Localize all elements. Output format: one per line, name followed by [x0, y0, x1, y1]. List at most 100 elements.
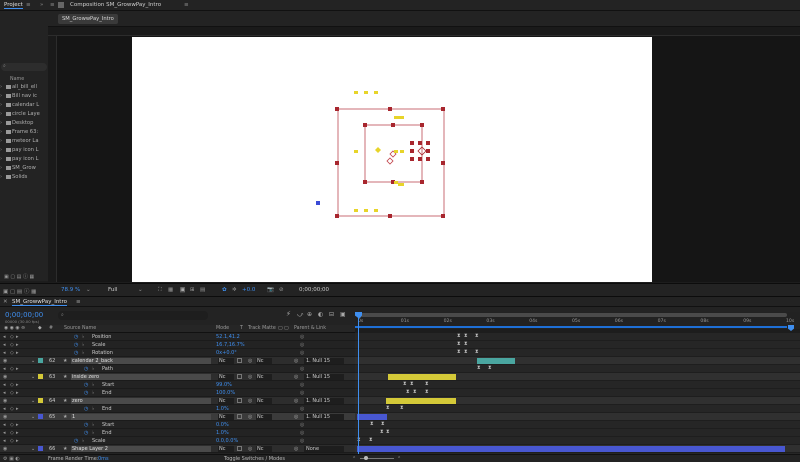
- track-matte-dropdown[interactable]: Nc: [256, 374, 272, 380]
- stopwatch-indicator-icon[interactable]: ◂: [3, 350, 6, 356]
- keyframe-nav-icon[interactable]: ◇: [10, 334, 14, 340]
- project-item[interactable]: › Solids: [0, 174, 48, 183]
- keyframe-icon[interactable]: ⧗: [464, 334, 468, 339]
- property-track[interactable]: ⧗⧗: [355, 421, 800, 429]
- mode-header[interactable]: Mode: [216, 326, 229, 331]
- expand-arrow-icon[interactable]: ›: [0, 102, 5, 108]
- expand-arrow-icon[interactable]: ›: [0, 156, 5, 162]
- layer-row[interactable]: ◉ ⌄ 65 ★ 1 Nc ◎ Nc ◎ 1. Null 15: [0, 413, 355, 421]
- expression-pickwhip-icon[interactable]: ◎: [300, 430, 304, 436]
- color-channel-icon[interactable]: ✿: [222, 287, 227, 293]
- panel-menu-icon-4[interactable]: ≡: [76, 299, 81, 305]
- expression-pickwhip-icon[interactable]: ◎: [300, 342, 304, 348]
- parent-dropdown[interactable]: 1. Null 15: [304, 374, 344, 380]
- property-track[interactable]: ⧗⧗: [355, 341, 800, 349]
- transparency-grid-icon[interactable]: ▦: [168, 287, 173, 293]
- stopwatch-icon[interactable]: ◷: [74, 342, 78, 348]
- layer-name[interactable]: 1: [71, 414, 211, 420]
- keyframe-icon[interactable]: ⧗: [381, 422, 385, 427]
- preserve-transparency-checkbox[interactable]: [237, 398, 242, 403]
- stopwatch-icon[interactable]: ◷: [84, 422, 88, 428]
- property-value[interactable]: 100.0%: [216, 390, 235, 396]
- keyframe-icon[interactable]: ⧗: [403, 382, 407, 387]
- parent-dropdown[interactable]: None: [304, 446, 344, 452]
- layer-track[interactable]: [355, 413, 800, 421]
- layer-name[interactable]: calendar 2_back: [71, 358, 211, 364]
- blend-mode-dropdown[interactable]: Nc: [218, 414, 234, 420]
- parent-dropdown[interactable]: 1. Null 15: [304, 398, 344, 404]
- stopwatch-indicator-icon[interactable]: ◂: [3, 366, 6, 372]
- property-row[interactable]: ◂ ◇ ▸ ◷ ♭ Path ◎: [0, 365, 355, 373]
- keyframe-nav-icon[interactable]: ◇: [10, 406, 14, 412]
- layer-row[interactable]: ◉ ⌄ 66 ★ Shape Layer 2 Nc ◎ Nc ◎ None: [0, 445, 355, 453]
- layer-row[interactable]: ◉ ⌄ 62 ★ calendar 2_back Nc ◎ Nc ◎ 1. Null 15: [0, 357, 355, 365]
- frame-blending-icon[interactable]: ⊕: [307, 311, 312, 318]
- visibility-icon[interactable]: ◉: [3, 358, 7, 364]
- keyframe-next-icon[interactable]: ▸: [16, 342, 19, 348]
- keyframe-icon[interactable]: ⧗: [464, 342, 468, 347]
- property-track[interactable]: ⧗⧗: [355, 365, 800, 373]
- track-matte-dropdown[interactable]: Nc: [256, 398, 272, 404]
- show-snapshot-icon[interactable]: ⊘: [279, 287, 284, 293]
- stopwatch-icon[interactable]: ◷: [74, 350, 78, 356]
- stopwatch-indicator-icon[interactable]: ◂: [3, 390, 6, 396]
- layer-duration-bar[interactable]: [388, 374, 456, 380]
- property-track[interactable]: ⧗ ⧗ ⧗: [355, 333, 800, 341]
- track-matte-icon[interactable]: ◎: [248, 358, 252, 364]
- toggle-switches-modes[interactable]: Toggle Switches / Modes: [224, 456, 285, 462]
- work-area-bar[interactable]: [357, 313, 787, 317]
- property-value[interactable]: 1.0%: [216, 406, 229, 412]
- keyframe-icon[interactable]: ⧗: [488, 366, 492, 371]
- expand-arrow-icon[interactable]: ›: [0, 84, 5, 90]
- layer-row[interactable]: ◉ ⌄ 64 ★ zero Nc ◎ Nc ◎ 1. Null 15: [0, 397, 355, 405]
- preserve-transparency-checkbox[interactable]: [237, 358, 242, 363]
- property-row[interactable]: ◂ ◇ ▸ ◷ ♭ End 1.0% ◎: [0, 429, 355, 437]
- project-col-name[interactable]: Name: [10, 77, 24, 82]
- expand-arrow-icon[interactable]: ›: [0, 129, 5, 135]
- av-features-icons[interactable]: ◉ ◉ ◉ ⊖: [4, 326, 25, 331]
- keyframe-icon[interactable]: ⧗: [425, 390, 429, 395]
- viewer-timecode[interactable]: 0;00;00;00: [299, 287, 329, 293]
- snapshot-icon[interactable]: 📷: [267, 287, 274, 293]
- keyframe-nav-icon[interactable]: ◇: [10, 382, 14, 388]
- preserve-transparency-checkbox[interactable]: [237, 414, 242, 419]
- property-value[interactable]: 16.7,16.7%: [216, 342, 245, 348]
- work-area-end-handle[interactable]: [788, 325, 794, 331]
- keyframe-icon[interactable]: ⧗: [386, 430, 390, 435]
- expand-panels-icon[interactable]: »: [40, 2, 43, 8]
- expression-pickwhip-icon[interactable]: ◎: [300, 390, 304, 396]
- project-item[interactable]: › SM_Grow: [0, 165, 48, 174]
- t-header[interactable]: T: [240, 326, 243, 331]
- property-track[interactable]: ⧗⧗: [355, 405, 800, 413]
- stopwatch-icon[interactable]: ◷: [84, 406, 88, 412]
- keyframe-icon[interactable]: ⧗: [457, 350, 461, 355]
- layer-duration-bar[interactable]: [357, 446, 785, 452]
- draft-3d-icon[interactable]: ⚡: [286, 310, 291, 318]
- keyframe-next-icon[interactable]: ▸: [16, 430, 19, 436]
- source-name-header[interactable]: Source Name: [64, 326, 96, 331]
- layer-track[interactable]: [355, 373, 800, 381]
- layer-track[interactable]: [355, 397, 800, 405]
- timeline-tab[interactable]: SM_GrowwPay_Intro: [12, 299, 67, 306]
- property-track[interactable]: ⧗⧗: [355, 437, 800, 445]
- keyframe-next-icon[interactable]: ▸: [16, 390, 19, 396]
- property-row[interactable]: ◂ ◇ ▸ ◷ ♭ Start 0.0% ◎: [0, 421, 355, 429]
- graph-editor-icon[interactable]: ⊟: [329, 311, 334, 318]
- blend-mode-dropdown[interactable]: Nc: [218, 374, 234, 380]
- parent-pickwhip-icon[interactable]: ◎: [294, 446, 298, 452]
- keyframe-next-icon[interactable]: ▸: [16, 422, 19, 428]
- layer-name[interactable]: Shape Layer 2: [71, 446, 211, 452]
- project-item[interactable]: › pay icon L: [0, 156, 48, 165]
- property-track[interactable]: ⧗ ⧗ ⧗: [355, 389, 800, 397]
- property-value[interactable]: 99.0%: [216, 382, 232, 388]
- keyframe-icon[interactable]: ⧗: [413, 390, 417, 395]
- motion-blur-icon[interactable]: ◐: [318, 311, 323, 318]
- track-matte-dropdown[interactable]: Nc: [256, 358, 272, 364]
- keyframe-icon[interactable]: ⧗: [475, 334, 479, 339]
- expand-arrow-icon[interactable]: ⌄: [31, 414, 35, 420]
- property-value[interactable]: 0.0%: [216, 422, 229, 428]
- keyframe-icon[interactable]: ⧗: [457, 334, 461, 339]
- property-row[interactable]: ◂ ◇ ▸ ◷ ♭ Scale 0.0,0.0% ◎: [0, 437, 355, 445]
- stopwatch-indicator-icon[interactable]: ◂: [3, 430, 6, 436]
- label-color-swatch[interactable]: [38, 398, 43, 403]
